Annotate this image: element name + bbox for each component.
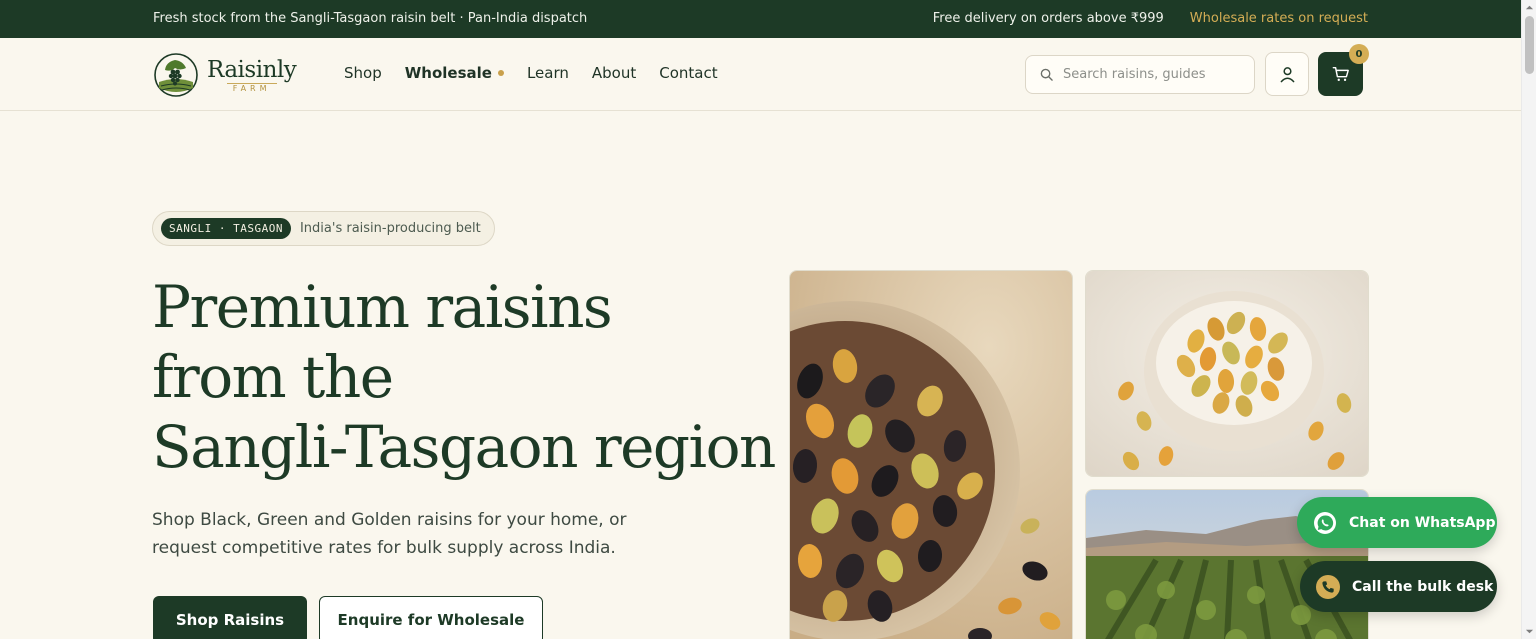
announcement-right: Free delivery on orders above ₹999 Whole… bbox=[933, 11, 1368, 26]
main-nav: Shop Wholesale Learn About Contact bbox=[344, 64, 718, 82]
whatsapp-icon bbox=[1314, 511, 1336, 534]
free-delivery-text: Free delivery on orders above ₹999 bbox=[932, 11, 1164, 26]
search-box[interactable] bbox=[1025, 55, 1255, 94]
user-icon bbox=[1280, 66, 1294, 82]
hero-subtext: Shop Black, Green and Golden raisins for… bbox=[152, 510, 627, 558]
shop-raisins-button[interactable]: Shop Raisins bbox=[153, 596, 307, 639]
search-input[interactable] bbox=[1063, 67, 1243, 82]
wholesale-rates-link[interactable]: Wholesale rates on request bbox=[1190, 11, 1368, 26]
brand-name: Raisinly bbox=[207, 56, 297, 83]
headline-line-3: Sangli-Tasgaon region bbox=[152, 413, 776, 481]
grape-leaf-icon bbox=[154, 53, 198, 97]
brand-logo[interactable]: Raisinly FARM bbox=[153, 52, 309, 98]
nav-item-wholesale-label: Wholesale bbox=[404, 64, 492, 82]
nav-item-contact[interactable]: Contact bbox=[659, 64, 717, 82]
whatsapp-chat-label: Chat on WhatsApp bbox=[1349, 514, 1496, 531]
scroll-up-arrow-icon[interactable] bbox=[1525, 3, 1534, 12]
scroll-down-arrow-icon[interactable] bbox=[1525, 627, 1534, 636]
page: Fresh stock from the Sangli-Tasgaon rais… bbox=[0, 0, 1521, 639]
headline-line-2: from the bbox=[152, 343, 394, 411]
nav-item-about[interactable]: About bbox=[592, 64, 636, 82]
account-button[interactable] bbox=[1265, 52, 1309, 96]
hero-headline: Premium raisins from the Sangli-Tasgaon … bbox=[152, 272, 776, 482]
page-scrollbar[interactable] bbox=[1521, 0, 1536, 639]
golden-raisins-bowl-image bbox=[1085, 270, 1369, 477]
nav-item-wholesale[interactable]: Wholesale bbox=[405, 64, 504, 82]
call-bulk-desk-button[interactable]: Call the bulk desk bbox=[1300, 561, 1497, 612]
nav-item-shop[interactable]: Shop bbox=[344, 64, 382, 82]
site-header: Raisinly FARM Shop Wholesale Learn About… bbox=[0, 38, 1521, 111]
cart-icon bbox=[1332, 66, 1349, 82]
cart-button[interactable]: 0 bbox=[1318, 44, 1369, 96]
phone-icon bbox=[1316, 574, 1340, 599]
nav-item-learn[interactable]: Learn bbox=[527, 64, 569, 82]
announcement-text: Fresh stock from the Sangli-Tasgaon rais… bbox=[153, 11, 588, 26]
whatsapp-chat-button[interactable]: Chat on WhatsApp bbox=[1297, 497, 1497, 548]
call-bulk-desk-label: Call the bulk desk bbox=[1352, 578, 1494, 595]
region-pill: SANGLI · TASGAON India's raisin-producin… bbox=[152, 211, 495, 246]
enquire-wholesale-button[interactable]: Enquire for Wholesale bbox=[319, 596, 543, 639]
search-icon bbox=[1040, 68, 1053, 81]
wholesale-dot-icon bbox=[497, 70, 504, 76]
mixed-raisins-bowl-image bbox=[789, 270, 1073, 639]
scrollbar-thumb[interactable] bbox=[1525, 16, 1534, 74]
announcement-bar: Fresh stock from the Sangli-Tasgaon rais… bbox=[0, 0, 1521, 38]
headline-line-1: Premium raisins bbox=[152, 273, 613, 341]
region-caption: India's raisin-producing belt bbox=[299, 221, 481, 236]
region-tag: SANGLI · TASGAON bbox=[161, 218, 291, 239]
brand-subname: FARM bbox=[226, 82, 277, 94]
cart-count-badge: 0 bbox=[1349, 44, 1369, 64]
